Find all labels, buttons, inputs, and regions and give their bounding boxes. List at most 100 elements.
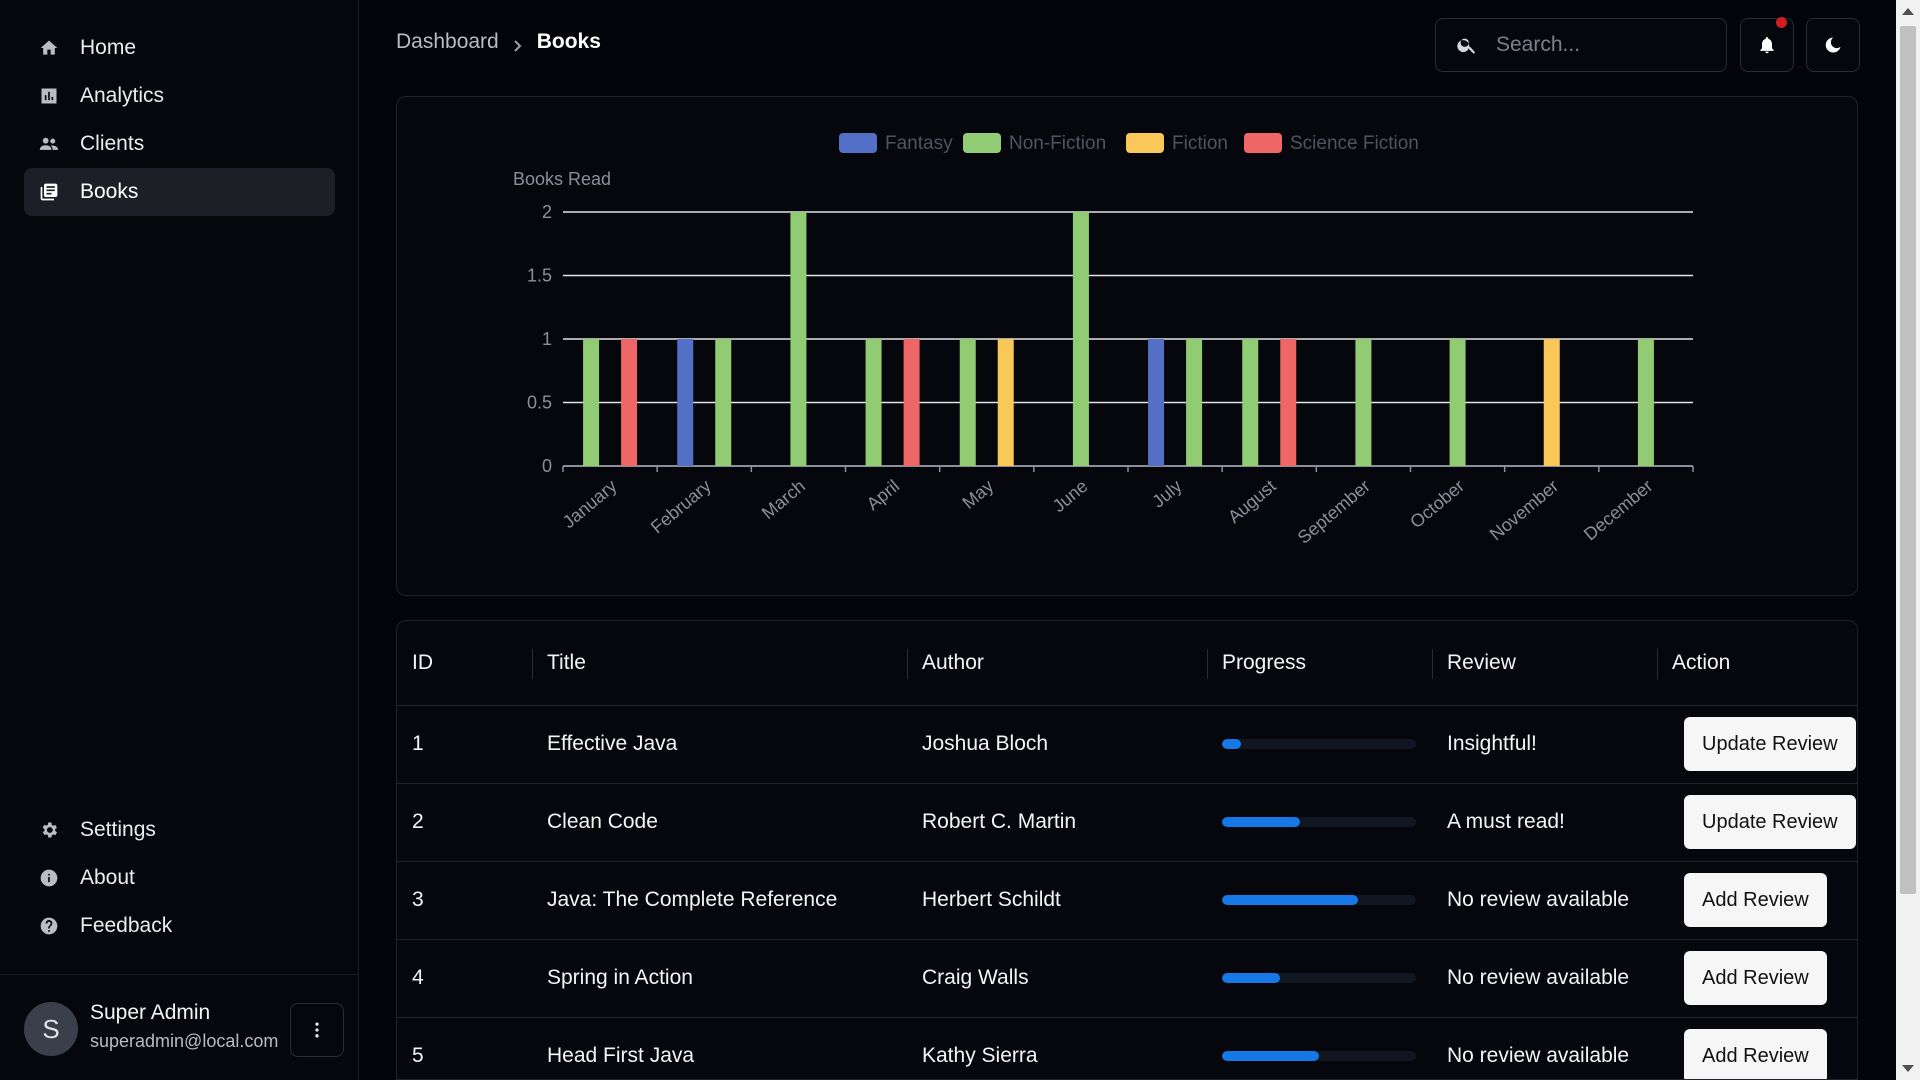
sidebar-item-label: Home xyxy=(80,36,137,59)
breadcrumb-current: Books xyxy=(536,30,601,53)
y-axis-label: Books Read xyxy=(513,169,611,189)
bar-fiction xyxy=(1543,339,1560,466)
progress-fill xyxy=(1222,973,1281,983)
sidebar-item-label: Analytics xyxy=(80,84,165,107)
user-menu-button[interactable] xyxy=(290,1003,344,1057)
cell-progress xyxy=(1207,705,1432,784)
help-icon xyxy=(38,915,60,937)
search-box xyxy=(1435,18,1727,72)
x-tick-label: July xyxy=(1148,476,1185,512)
legend-swatch xyxy=(1126,133,1164,153)
cell-review: No review available xyxy=(1432,1017,1657,1079)
sidebar-item-settings[interactable]: Settings xyxy=(24,806,335,854)
cell-author: Joshua Bloch xyxy=(907,705,1207,784)
column-header-title: Title xyxy=(532,621,907,706)
x-tick-label: November xyxy=(1486,476,1562,545)
x-tick-label: February xyxy=(647,476,715,538)
cell-id: 2 xyxy=(397,783,532,862)
bar-non-fiction xyxy=(715,339,732,466)
x-tick-label: March xyxy=(758,476,809,523)
update-review-button[interactable]: Update Review xyxy=(1684,795,1856,849)
cell-author: Robert C. Martin xyxy=(907,783,1207,862)
search-icon xyxy=(1456,34,1496,56)
user-name: Super Admin xyxy=(90,1001,211,1024)
bar-fiction xyxy=(997,339,1014,466)
page-scrollbar[interactable] xyxy=(1896,0,1920,1080)
cell-action: Add Review xyxy=(1657,1017,1857,1079)
books-chart-card: Fantasy Non-Fiction Fiction Science Fiction… xyxy=(396,96,1858,596)
more-vertical-icon xyxy=(307,1020,327,1040)
scroll-down-arrow[interactable] xyxy=(1902,1065,1914,1072)
sidebar-item-home[interactable]: Home xyxy=(24,24,335,72)
bar-science-fiction xyxy=(621,339,638,466)
add-review-button[interactable]: Add Review xyxy=(1684,873,1827,927)
sidebar-item-label: Settings xyxy=(80,818,156,841)
legend-swatch xyxy=(839,133,877,153)
progress-fill xyxy=(1222,895,1358,905)
cell-progress xyxy=(1207,861,1432,940)
cell-id: 1 xyxy=(397,705,532,784)
cell-title: Head First Java xyxy=(532,1017,907,1079)
update-review-button[interactable]: Update Review xyxy=(1684,717,1856,771)
cell-progress xyxy=(1207,939,1432,1018)
sidebar-item-feedback[interactable]: Feedback xyxy=(24,902,335,950)
sidebar-item-books[interactable]: Books xyxy=(24,168,335,216)
sidebar: Home Analytics Clients Books Settings Ab… xyxy=(0,0,359,1080)
add-review-button[interactable]: Add Review xyxy=(1684,1029,1827,1079)
bar-non-fiction xyxy=(1186,339,1203,466)
cell-id: 3 xyxy=(397,861,532,940)
bar-non-fiction xyxy=(1449,339,1466,466)
notifications-button[interactable] xyxy=(1740,17,1794,72)
cell-review: Insightful! xyxy=(1432,705,1657,784)
progress-fill xyxy=(1222,817,1300,827)
theme-toggle-button[interactable] xyxy=(1806,18,1860,72)
y-tick-label: 0 xyxy=(542,456,552,476)
sidebar-item-label: Feedback xyxy=(80,914,173,937)
breadcrumb-dashboard[interactable]: Dashboard xyxy=(396,30,499,54)
sidebar-item-analytics[interactable]: Analytics xyxy=(24,72,335,120)
column-header-review: Review xyxy=(1432,621,1657,706)
x-tick-label: January xyxy=(559,476,621,532)
column-header-action: Action xyxy=(1657,621,1857,706)
app: Home Analytics Clients Books Settings Ab… xyxy=(0,0,1920,1080)
scrollbar-thumb[interactable] xyxy=(1900,26,1916,894)
cell-id: 5 xyxy=(397,1017,532,1079)
sidebar-item-clients[interactable]: Clients xyxy=(24,120,335,168)
progress-fill xyxy=(1222,739,1242,749)
analytics-icon xyxy=(38,85,60,107)
info-icon xyxy=(38,867,60,889)
cell-title: Java: The Complete Reference xyxy=(532,861,907,940)
x-tick-label: September xyxy=(1294,476,1374,548)
bar-non-fiction xyxy=(1637,339,1654,466)
x-tick-label: October xyxy=(1406,476,1468,532)
books-table-card: ID Title Author Progress Review Action 1… xyxy=(396,620,1858,1080)
breadcrumb: Dashboard Books xyxy=(396,30,601,54)
table-row: 3 Java: The Complete Reference Herbert Sch… xyxy=(397,861,1857,940)
sidebar-item-about[interactable]: About xyxy=(24,854,335,902)
legend-swatch xyxy=(963,133,1001,153)
legend-label: Fantasy xyxy=(885,133,953,154)
bar-non-fiction xyxy=(790,212,807,466)
sidebar-bottom-nav: Settings About Feedback xyxy=(24,806,335,950)
bar-non-fiction xyxy=(1355,339,1372,466)
cell-review: No review available xyxy=(1432,861,1657,940)
search-input[interactable] xyxy=(1496,33,1696,57)
cell-progress xyxy=(1207,1017,1432,1079)
progress-bar xyxy=(1222,1051,1416,1061)
x-tick-label: June xyxy=(1049,476,1092,516)
table-row: 5 Head First Java Kathy Sierra No review av… xyxy=(397,1017,1857,1079)
bar-non-fiction xyxy=(959,339,976,466)
legend-swatch xyxy=(1244,133,1282,153)
y-tick-label: 1 xyxy=(542,329,552,349)
books-read-chart: Fantasy Non-Fiction Fiction Science Fiction… xyxy=(513,133,1694,548)
legend-label: Science Fiction xyxy=(1290,133,1419,154)
cell-action: Update Review xyxy=(1657,705,1857,784)
users-icon xyxy=(38,133,60,155)
progress-bar xyxy=(1222,895,1416,905)
scroll-up-arrow[interactable] xyxy=(1902,8,1914,15)
avatar[interactable]: S xyxy=(24,1002,78,1056)
progress-bar xyxy=(1222,973,1416,983)
cell-title: Effective Java xyxy=(532,705,907,784)
add-review-button[interactable]: Add Review xyxy=(1684,951,1827,1005)
cell-author: Craig Walls xyxy=(907,939,1207,1018)
